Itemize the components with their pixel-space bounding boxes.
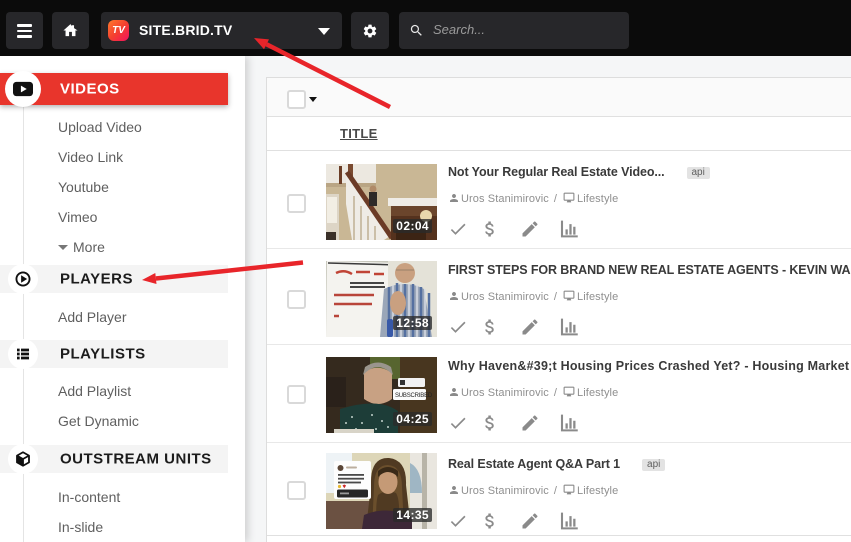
svg-text:SUBSCRIBED: SUBSCRIBED	[395, 393, 433, 399]
